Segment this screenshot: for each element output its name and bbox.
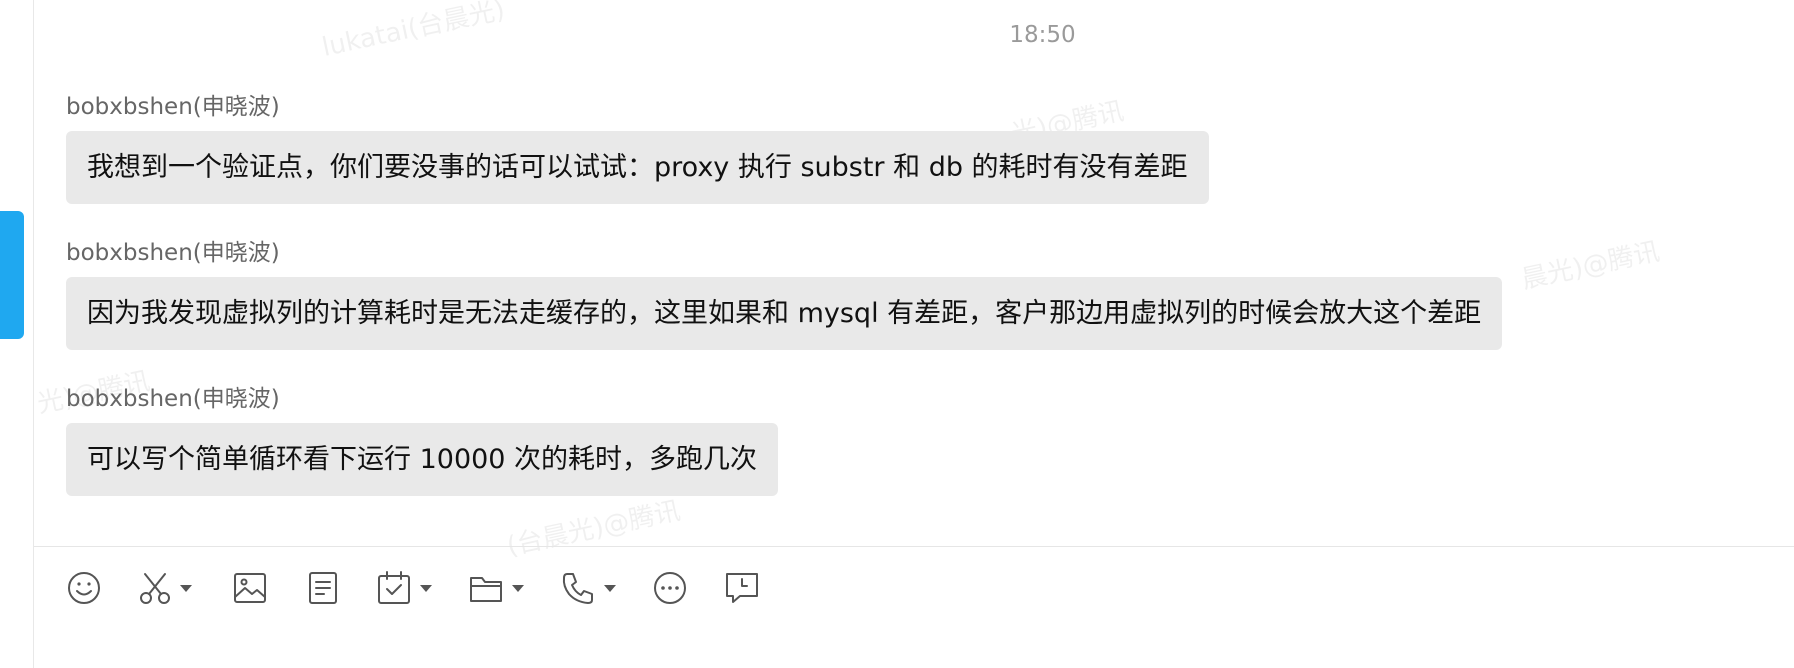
screenshot-button[interactable] bbox=[138, 568, 192, 608]
message-timestamp: 18:50 bbox=[1009, 22, 1076, 48]
folder-icon bbox=[468, 570, 504, 606]
file-button[interactable] bbox=[468, 568, 524, 608]
image-icon bbox=[232, 570, 268, 606]
calendar-check-icon bbox=[376, 570, 412, 606]
document-button[interactable] bbox=[306, 568, 340, 608]
chat-history-button[interactable] bbox=[724, 568, 760, 608]
image-button[interactable] bbox=[232, 568, 268, 608]
message-item: bobxbshen(申晓波) 我想到一个验证点，你们要没事的话可以试试：prox… bbox=[66, 87, 1209, 204]
chevron-down-icon[interactable] bbox=[512, 584, 524, 592]
chat-history-icon bbox=[724, 570, 760, 606]
message-input-area[interactable] bbox=[34, 620, 1794, 668]
phone-icon bbox=[560, 570, 596, 606]
message-item: bobxbshen(申晓波) 可以写个简单循环看下运行 10000 次的耗时，多… bbox=[66, 379, 779, 496]
sender-name[interactable]: bobxbshen(申晓波) bbox=[66, 379, 778, 413]
side-collapse-tab[interactable] bbox=[0, 211, 24, 339]
more-icon bbox=[652, 570, 688, 606]
chevron-down-icon[interactable] bbox=[420, 584, 432, 592]
message-bubble[interactable]: 我想到一个验证点，你们要没事的话可以试试：proxy 执行 substr 和 d… bbox=[66, 131, 1209, 204]
chevron-down-icon[interactable] bbox=[180, 584, 192, 592]
watermark: (台晨光)@腾讯 bbox=[504, 495, 684, 562]
scissors-icon bbox=[138, 570, 172, 606]
schedule-button[interactable] bbox=[376, 568, 432, 608]
document-icon bbox=[306, 570, 340, 606]
emoji-button[interactable] bbox=[66, 568, 102, 608]
composer-divider bbox=[34, 546, 1794, 547]
more-button[interactable] bbox=[652, 568, 688, 608]
message-bubble[interactable]: 因为我发现虚拟列的计算耗时是无法走缓存的，这里如果和 mysql 有差距，客户那… bbox=[66, 277, 1503, 350]
message-bubble[interactable]: 可以写个简单循环看下运行 10000 次的耗时，多跑几次 bbox=[66, 423, 779, 496]
call-button[interactable] bbox=[560, 568, 616, 608]
sender-name[interactable]: bobxbshen(申晓波) bbox=[66, 233, 1502, 267]
message-item: bobxbshen(申晓波) 因为我发现虚拟列的计算耗时是无法走缓存的，这里如果… bbox=[66, 233, 1503, 350]
sender-name[interactable]: bobxbshen(申晓波) bbox=[66, 87, 1209, 121]
emoji-icon bbox=[66, 570, 102, 606]
chevron-down-icon[interactable] bbox=[604, 584, 616, 592]
watermark: 晨光)@腾讯 bbox=[1518, 236, 1663, 296]
chat-window: lukatai(台晨光) 光)@腾讯 晨光)@腾讯 光)@腾讯 (台晨光)@腾讯… bbox=[0, 0, 1794, 668]
